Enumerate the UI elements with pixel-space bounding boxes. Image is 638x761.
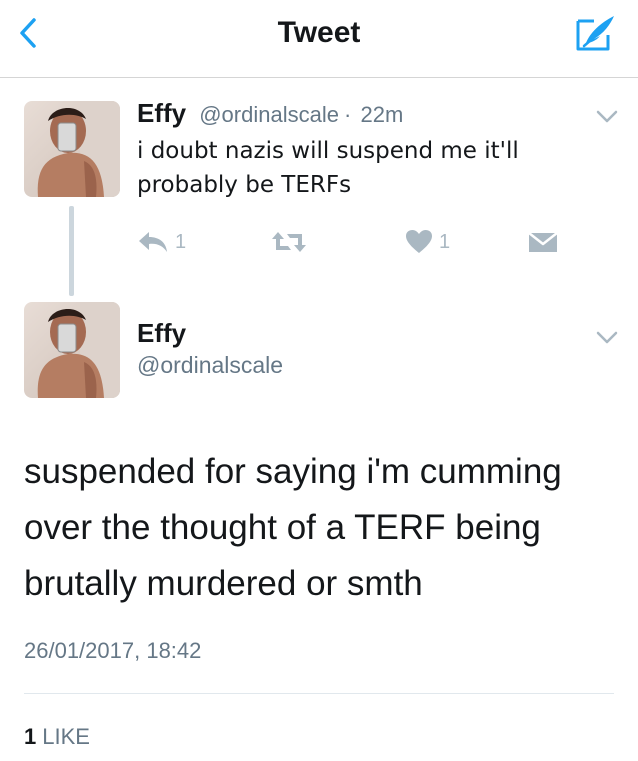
retweet-icon xyxy=(272,232,306,252)
like-button[interactable]: 1 xyxy=(405,224,450,260)
thread-connector-line xyxy=(69,206,74,296)
direct-message-button[interactable] xyxy=(527,224,559,260)
reply-button[interactable]: 1 xyxy=(137,224,186,260)
likes-count: 1 xyxy=(24,724,37,749)
heart-icon xyxy=(406,230,432,253)
page-title: Tweet xyxy=(277,16,361,49)
reply-icon xyxy=(139,232,167,252)
reply-count: 1 xyxy=(175,230,187,253)
tweet-text: suspended for saying i'm cumming over th… xyxy=(24,452,562,603)
chevron-down-icon xyxy=(596,331,618,344)
user-handle[interactable]: @ordinalscale xyxy=(199,102,339,127)
like-count: 1 xyxy=(439,230,451,253)
tweet-header: Effy @ordinalscale · 22m xyxy=(137,98,403,129)
likes-summary[interactable]: 1 LIKE xyxy=(24,724,90,750)
tweet-options-button[interactable] xyxy=(596,109,618,123)
avatar-photo xyxy=(24,101,120,197)
tweet-time: 22m xyxy=(360,102,404,127)
divider xyxy=(24,693,614,694)
compose-tweet-icon xyxy=(576,16,614,51)
navigation-bar: Tweet xyxy=(0,0,638,78)
avatar[interactable] xyxy=(24,302,120,398)
compose-button[interactable] xyxy=(574,13,618,53)
separator: · xyxy=(344,102,352,127)
user-name[interactable]: Effy xyxy=(137,98,186,128)
tweet-timestamp: 26/01/2017, 18:42 xyxy=(24,638,202,663)
tweet-text: i doubt nazis will suspend me it'll prob… xyxy=(137,138,519,198)
chevron-down-icon xyxy=(596,110,618,123)
likes-label: LIKE xyxy=(42,724,90,749)
tweet-options-button[interactable] xyxy=(596,330,618,344)
avatar[interactable] xyxy=(24,101,120,197)
user-handle[interactable]: @ordinalscale xyxy=(137,352,283,379)
user-name[interactable]: Effy xyxy=(137,318,186,349)
direct-message-icon xyxy=(528,232,558,252)
tweet-actions: 1 1 xyxy=(137,224,577,260)
avatar-photo xyxy=(24,302,120,398)
retweet-button[interactable] xyxy=(271,224,307,260)
